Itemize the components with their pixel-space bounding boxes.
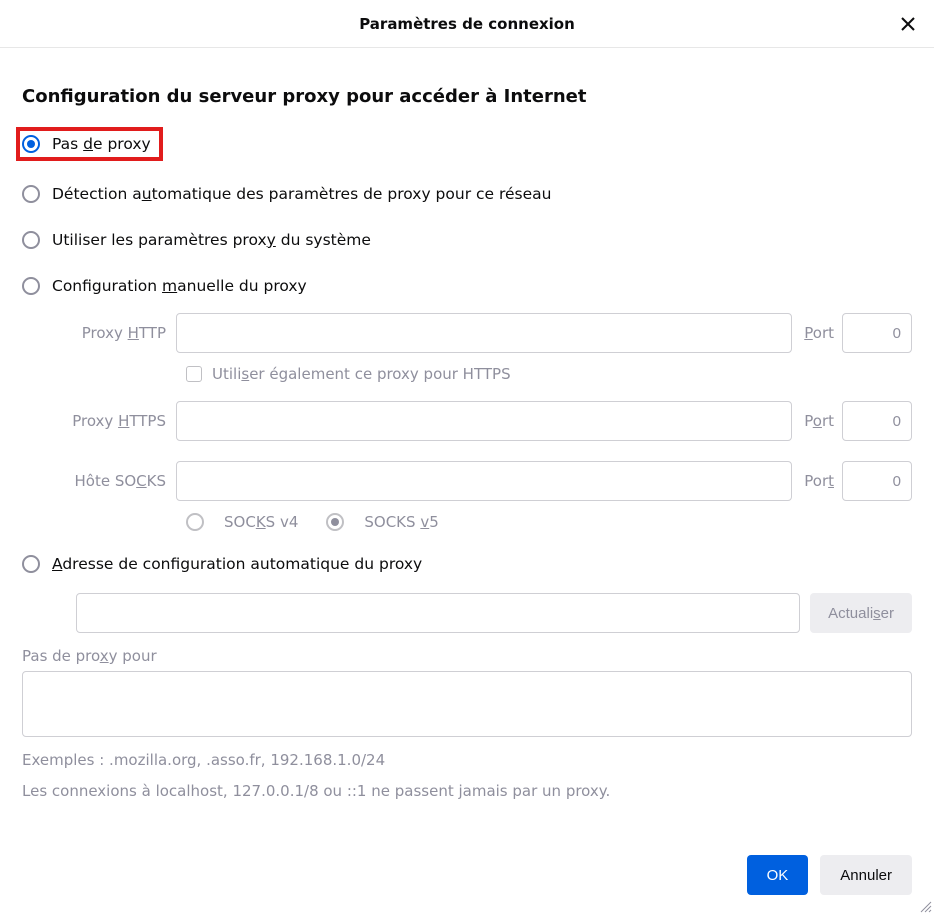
https-port-label: Port — [804, 412, 834, 430]
https-proxy-input[interactable] — [176, 401, 792, 441]
https-proxy-row: Proxy HTTPS Port — [54, 401, 912, 441]
http-proxy-input[interactable] — [176, 313, 792, 353]
http-port-input[interactable] — [842, 313, 912, 353]
manual-proxy-block: Proxy HTTP Port Utiliser également ce pr… — [54, 313, 912, 531]
no-proxy-for-label: Pas de proxy pour — [22, 647, 912, 665]
radio-system-label: Utiliser les paramètres proxy du système — [52, 231, 371, 249]
share-proxy-row[interactable]: Utiliser également ce proxy pour HTTPS — [186, 365, 912, 383]
close-button[interactable] — [894, 10, 922, 38]
radio-socks-v5[interactable] — [326, 513, 344, 531]
proxy-mode-system-row[interactable]: Utiliser les paramètres proxy du système — [22, 231, 912, 249]
share-proxy-checkbox[interactable] — [186, 366, 202, 382]
socks-proxy-label: Hôte SOCKS — [54, 472, 176, 490]
dialog-title: Paramètres de connexion — [359, 15, 575, 33]
radio-socks-v4[interactable] — [186, 513, 204, 531]
pac-reload-button[interactable]: Actualiser — [810, 593, 912, 633]
http-proxy-label: Proxy HTTP — [54, 324, 176, 342]
pac-url-row: Actualiser — [54, 593, 912, 633]
radio-pac-label: Adresse de configuration automatique du … — [52, 555, 422, 573]
socks-v5-option[interactable]: SOCKS v5 — [326, 513, 438, 531]
dialog-header: Paramètres de connexion — [0, 0, 934, 48]
dialog-content: Configuration du serveur proxy pour accé… — [0, 48, 934, 802]
resize-grip[interactable] — [918, 899, 932, 913]
http-port-label: Port — [804, 324, 834, 342]
cancel-button[interactable]: Annuler — [820, 855, 912, 895]
proxy-mode-none-row[interactable]: Pas de proxy — [16, 127, 163, 161]
socks-v4-option[interactable]: SOCKS v4 — [186, 513, 298, 531]
share-proxy-label: Utiliser également ce proxy pour HTTPS — [212, 365, 511, 383]
radio-auto-detect[interactable] — [22, 185, 40, 203]
no-proxy-for-input[interactable] — [22, 671, 912, 737]
radio-no-proxy[interactable] — [22, 135, 40, 153]
radio-manual[interactable] — [22, 277, 40, 295]
ok-button[interactable]: OK — [747, 855, 809, 895]
dialog-footer: OK Annuler — [747, 855, 912, 895]
resize-grip-icon — [918, 899, 932, 913]
section-heading: Configuration du serveur proxy pour accé… — [22, 86, 912, 107]
proxy-mode-manual-row[interactable]: Configuration manuelle du proxy — [22, 277, 912, 295]
radio-socks-v5-label: SOCKS v5 — [364, 513, 438, 531]
radio-system[interactable] — [22, 231, 40, 249]
close-icon — [900, 16, 916, 32]
proxy-mode-pac-row[interactable]: Adresse de configuration automatique du … — [22, 555, 912, 573]
pac-url-input[interactable] — [76, 593, 800, 633]
socks-proxy-row: Hôte SOCKS Port — [54, 461, 912, 501]
socks-port-input[interactable] — [842, 461, 912, 501]
http-proxy-row: Proxy HTTP Port — [54, 313, 912, 353]
radio-auto-detect-label: Détection automatique des paramètres de … — [52, 185, 551, 203]
socks-proxy-input[interactable] — [176, 461, 792, 501]
radio-no-proxy-label: Pas de proxy — [52, 135, 151, 153]
socks-port-label: Port — [804, 472, 834, 490]
socks-version-row: SOCKS v4 SOCKS v5 — [186, 513, 912, 531]
proxy-mode-autodetect-row[interactable]: Détection automatique des paramètres de … — [22, 185, 912, 203]
radio-socks-v4-label: SOCKS v4 — [224, 513, 298, 531]
radio-manual-label: Configuration manuelle du proxy — [52, 277, 307, 295]
radio-pac[interactable] — [22, 555, 40, 573]
no-proxy-example: Exemples : .mozilla.org, .asso.fr, 192.1… — [22, 749, 912, 772]
https-proxy-label: Proxy HTTPS — [54, 412, 176, 430]
no-proxy-localhost-note: Les connexions à localhost, 127.0.0.1/8 … — [22, 780, 912, 803]
https-port-input[interactable] — [842, 401, 912, 441]
